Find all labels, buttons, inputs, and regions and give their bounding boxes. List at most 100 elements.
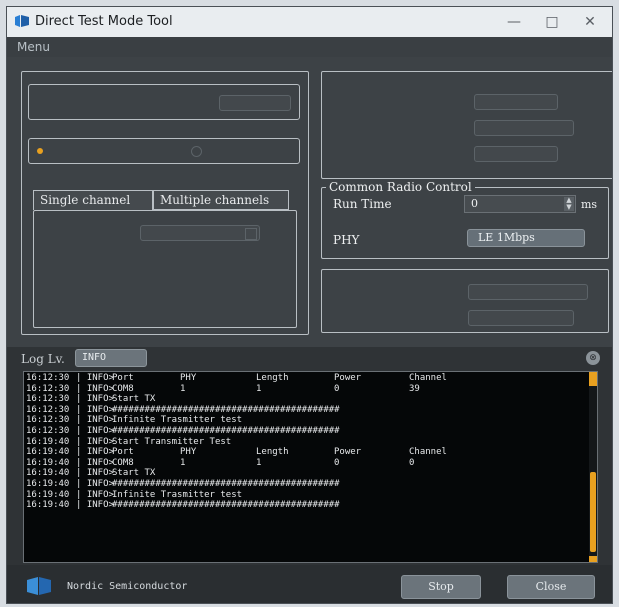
log-col-port: ########################################… [112,404,340,415]
log-time: 16:19:40 [26,489,70,500]
tab-content [33,210,297,328]
log-time: 16:12:30 [26,394,70,405]
log-level: | INFO> [76,457,114,468]
log-col-length: 1 [256,457,262,468]
tab-single-channel[interactable]: Single channel [33,190,153,210]
log-col-power: 0 [334,457,340,468]
log-time: 16:19:40 [26,478,70,489]
log-col-port: Start TX [112,394,156,405]
log-row: 16:19:40 | INFO> Start Transmitter Test [24,437,597,448]
packet-field-3[interactable] [474,146,558,162]
mode-group [28,138,300,164]
log-level: | INFO> [76,404,114,415]
receiver-radio-icon[interactable] [191,146,202,157]
log-col-power: Power [334,447,362,458]
log-row: 16:12:30 | INFO> Start TX [24,394,597,405]
log-col-port: ########################################… [112,478,340,489]
log-col-channel: 39 [409,383,420,394]
run-time-spin-icon[interactable]: ▲ ▼ [564,197,574,211]
log-col-port: COM8 [112,383,134,394]
menu-item[interactable]: Menu [17,40,50,54]
log-time: 16:12:30 [26,383,70,394]
port-select[interactable] [219,95,291,111]
log-time: 16:19:40 [26,447,70,458]
log-row: 16:19:40 | INFO> #########################… [24,479,597,490]
log-col-port: ########################################… [112,425,340,436]
receiver-field-1[interactable] [468,284,588,300]
log-col-phy: 1 [180,457,186,468]
log-level: | INFO> [76,447,114,458]
log-col-phy: 1 [180,383,186,394]
log-row: 16:12:30 | INFO> Infinite Trasmitter test [24,415,597,426]
run-time-value: 0 [471,197,478,210]
tab-multiple-channels[interactable]: Multiple channels [153,190,289,210]
log-col-port: Start TX [112,468,156,479]
title-bar: Direct Test Mode Tool — □ ✕ [7,7,612,37]
log-row: 16:12:30 | INFO> COM8 1 1 0 39 [24,384,597,395]
brand-name: Nordic Semiconductor [67,581,188,592]
minimize-button[interactable]: — [496,11,532,33]
run-time-label: Run Time [333,197,392,211]
log-level: | INFO> [76,394,114,405]
log-col-port: Port [112,373,134,383]
log-row: 16:12:30 | INFO> Port PHY Length Power Channel [24,373,597,384]
log-col-port: Infinite Trasmitter test [112,415,243,426]
log-col-length: Length [256,447,289,458]
scroll-down-icon[interactable] [589,556,597,562]
log-level-label: Log Lv. [21,352,65,366]
window-title: Direct Test Mode Tool [35,14,173,29]
log-col-length: 1 [256,383,262,394]
clear-log-icon[interactable]: ⊗ [586,351,600,365]
transmitter-radio-icon[interactable] [37,148,43,154]
packet-field-1[interactable] [474,94,558,110]
log-level: | INFO> [76,468,114,479]
log-col-channel: 0 [409,457,415,468]
packet-settings-group [321,71,612,179]
channel-select[interactable] [140,225,260,241]
log-level: | INFO> [76,415,114,426]
channel-spin-icon[interactable] [245,228,257,240]
menu-bar: Menu [7,37,612,57]
run-time-input[interactable]: 0 ▲ ▼ [464,195,576,213]
nordic-logo-icon [27,577,51,595]
close-button[interactable]: Close [507,575,595,599]
footer: Nordic Semiconductor Stop Close [7,565,612,603]
settings-panel: Single channel Multiple channels Common … [7,57,612,347]
log-scrollbar[interactable] [589,372,597,562]
run-time-unit: ms [581,198,598,211]
log-level-select[interactable]: INFO [75,349,147,367]
log-level: | INFO> [76,489,114,500]
log-col-port: Port [112,447,134,458]
stop-button[interactable]: Stop [401,575,481,599]
port-group [28,84,300,120]
receiver-field-2[interactable] [468,310,574,326]
log-time: 16:19:40 [26,457,70,468]
log-col-power: 0 [334,383,340,394]
log-level: | INFO> [76,425,114,436]
scroll-up-icon[interactable] [589,372,597,386]
packet-field-2[interactable] [474,120,574,136]
close-window-button[interactable]: ✕ [572,11,608,33]
log-rows: 16:12:30 | INFO> Port PHY Length Power Channel… [24,372,597,511]
log-row: 16:12:30 | INFO> #########################… [24,405,597,416]
log-row: 16:19:40 | INFO> Start TX [24,468,597,479]
common-radio-control-title: Common Radio Control [326,180,475,194]
log-col-phy: PHY [180,373,197,383]
log-col-phy: PHY [180,447,197,458]
app-window: Direct Test Mode Tool — □ ✕ Menu Single … [6,6,613,604]
log-col-channel: Channel [409,373,447,383]
log-time: 16:19:40 [26,436,70,447]
phy-select[interactable]: LE 1Mbps [467,229,585,247]
receiver-settings-group [321,269,609,333]
log-col-port: Start Transmitter Test [112,436,232,447]
log-console[interactable]: 16:12:30 | INFO> Port PHY Length Power Channel… [23,371,598,563]
phy-label: PHY [333,233,360,247]
log-level: | INFO> [76,500,114,511]
log-level: | INFO> [76,478,114,489]
scroll-thumb[interactable] [590,472,596,552]
maximize-button[interactable]: □ [534,11,570,33]
log-row: 16:19:40 | INFO> #########################… [24,500,597,511]
log-row: 16:12:30 | INFO> #########################… [24,426,597,437]
log-time: 16:19:40 [26,500,70,511]
log-row: 16:19:40 | INFO> COM8 1 1 0 0 [24,458,597,469]
